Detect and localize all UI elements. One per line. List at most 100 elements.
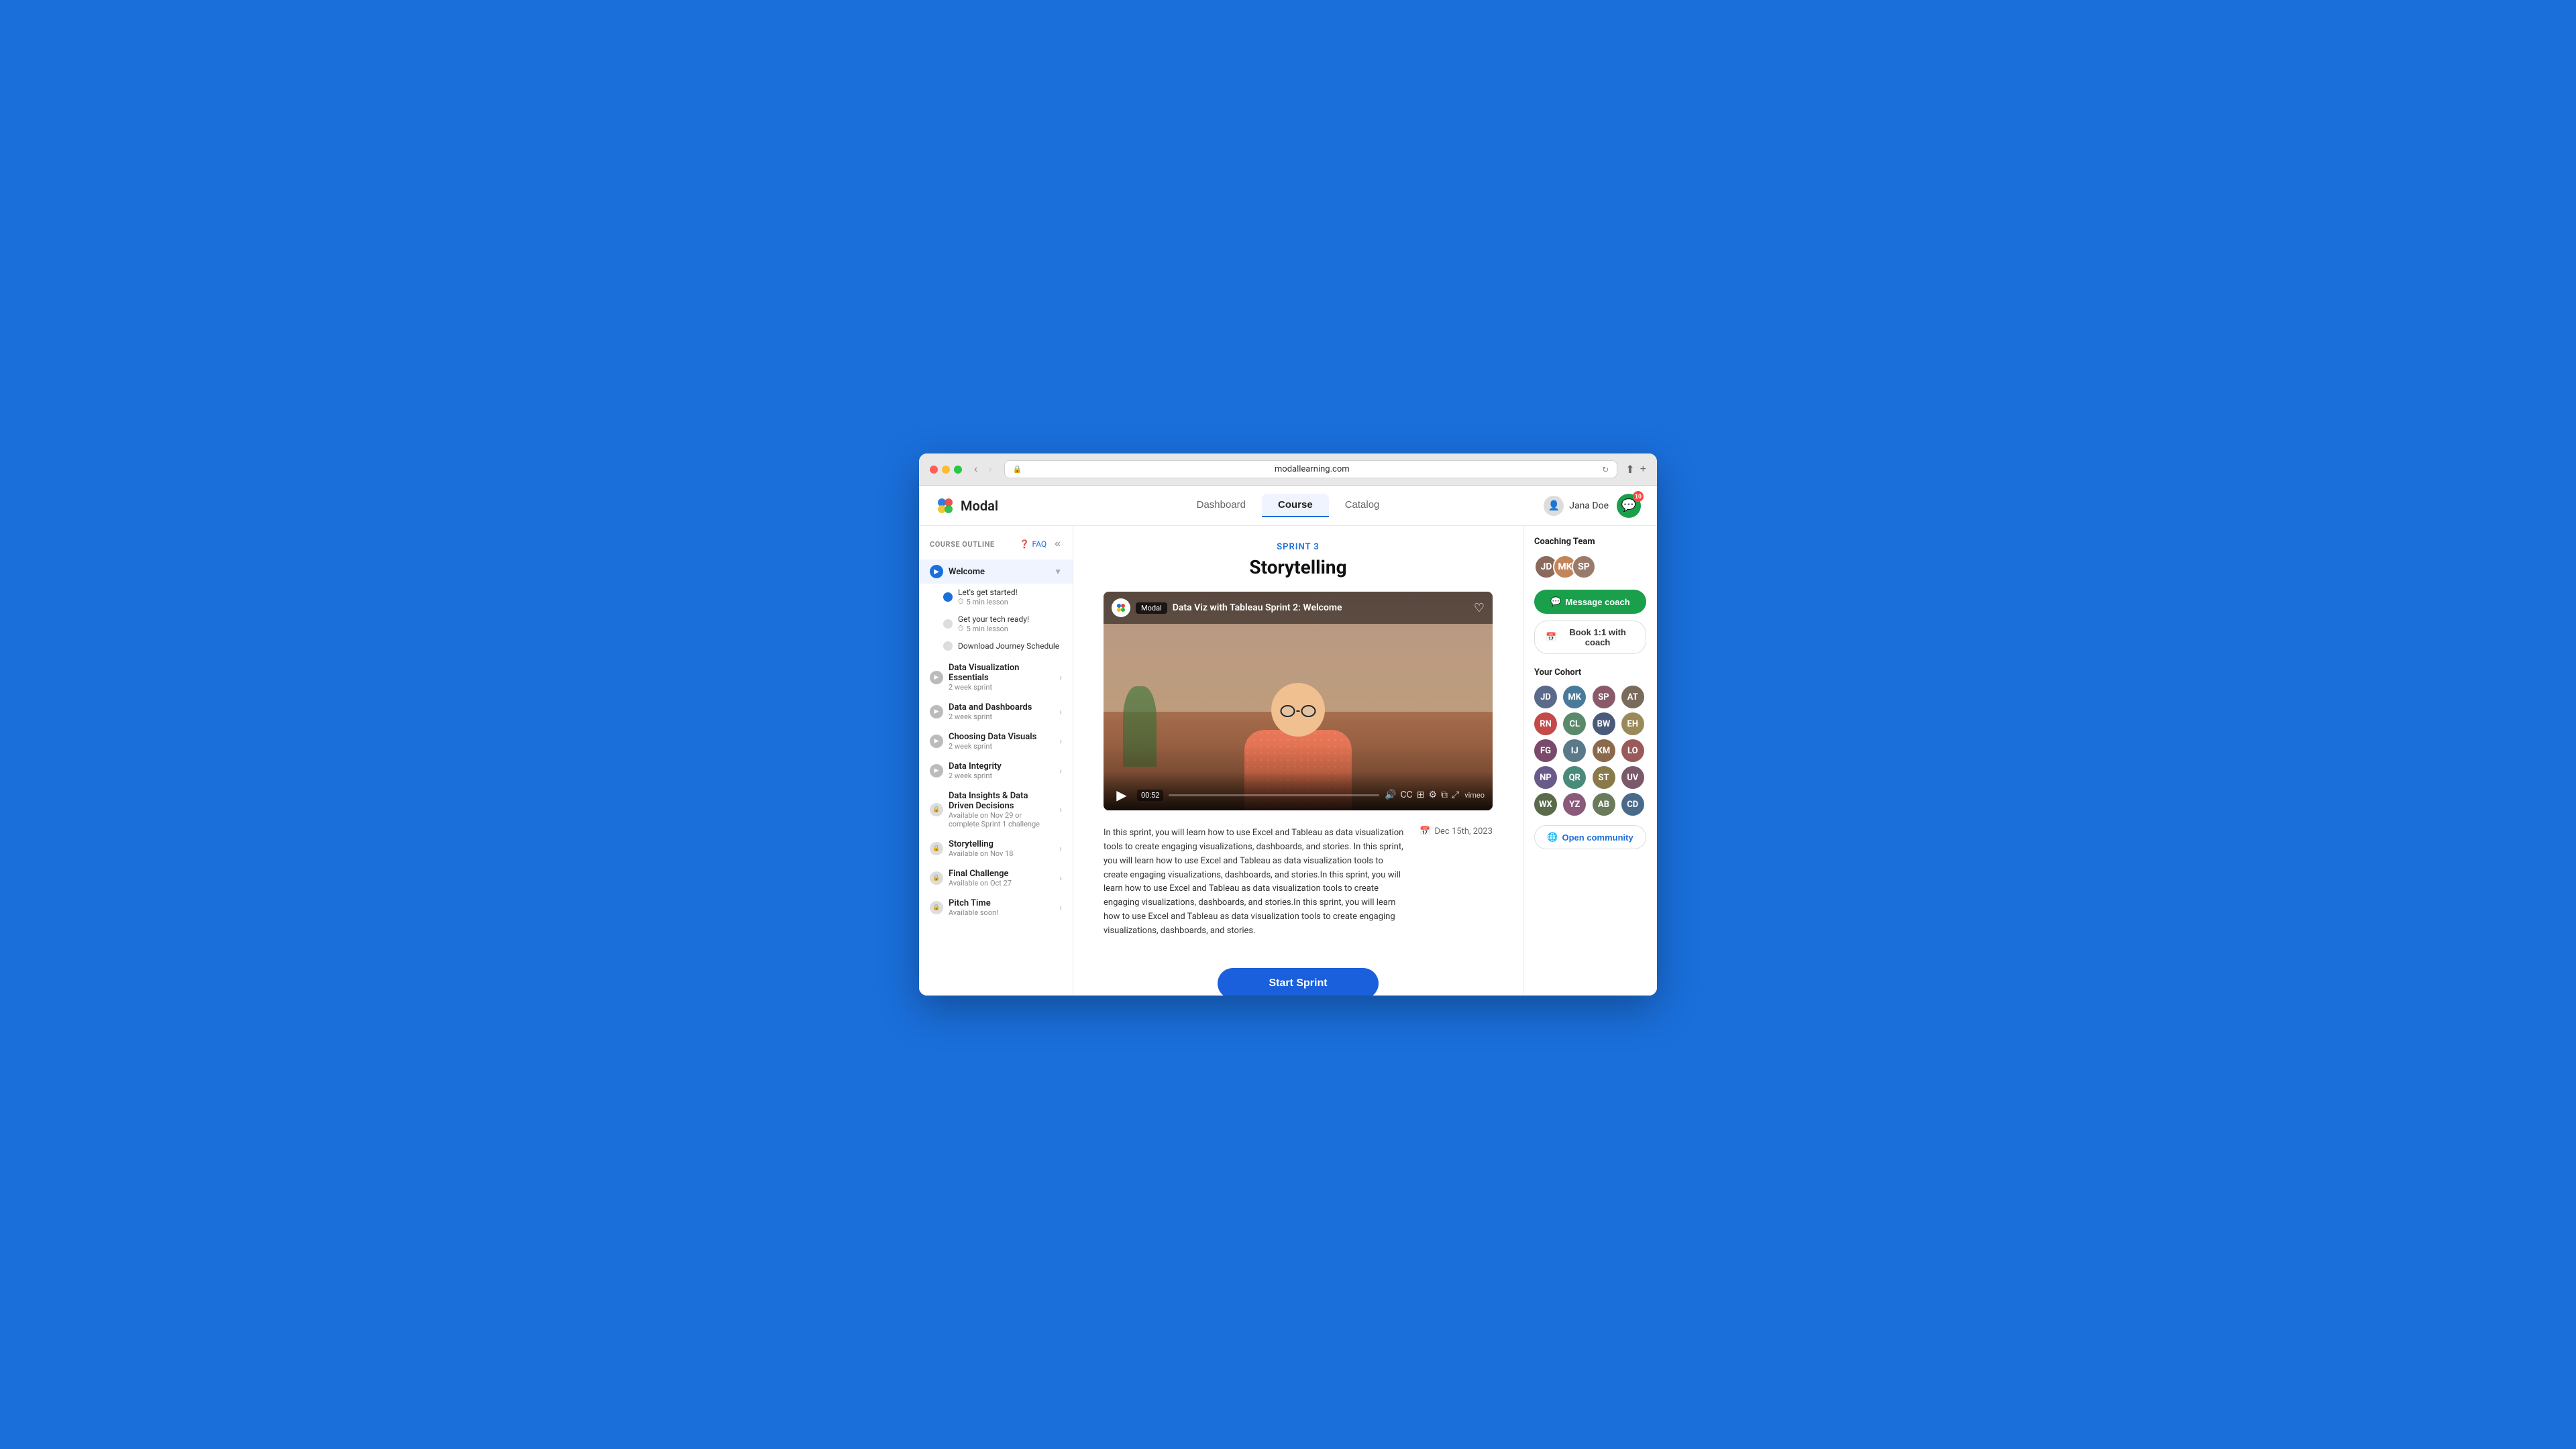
sidebar-item-6[interactable]: 🔒 Final Challenge Available on Oct 27 › [919,863,1073,893]
content-area: SPRINT 3 Storytelling [1073,526,1523,996]
nav-course[interactable]: Course [1262,494,1329,517]
new-tab-button[interactable]: + [1640,463,1646,476]
sub-item-dot-1 [943,619,953,629]
progress-bar[interactable] [1169,794,1379,796]
message-coach-button[interactable]: 💬 Message coach [1534,590,1646,614]
collapse-button[interactable]: « [1053,537,1062,551]
cohort-avatar-10[interactable]: KM [1593,739,1615,762]
grid-icon[interactable]: ⊞ [1417,790,1425,800]
sub-item-dot-2 [943,641,953,651]
sidebar-item-2[interactable]: ▶ Choosing Data Visuals 2 week sprint › [919,727,1073,756]
maximize-button[interactable] [954,466,962,474]
url-text: modallearning.com [1026,464,1598,474]
nav-catalog[interactable]: Catalog [1329,494,1396,517]
item-text-7: Pitch Time Available soon! [949,898,1054,917]
cohort-avatar-16[interactable]: WX [1534,793,1557,816]
sub-item-content-2: Download Journey Schedule [958,641,1059,651]
sub-item-2[interactable]: Download Journey Schedule [938,637,1073,655]
minimize-button[interactable] [942,466,950,474]
description-area: In this sprint, you will learn how to us… [1104,826,1493,946]
sidebar-item-4[interactable]: 🔒 Data Insights & Data Driven Decisions … [919,786,1073,834]
cohort-avatar-9[interactable]: IJ [1563,739,1586,762]
cohort-avatar-11[interactable]: LO [1621,739,1644,762]
coaching-team-title: Coaching Team [1534,537,1646,547]
nav-arrows: ‹ › [970,462,996,477]
close-button[interactable] [930,466,938,474]
subtitles-icon[interactable]: CC [1401,790,1413,800]
clock-icon-0: ⏱ [958,597,964,606]
item-chevron-4: › [1059,805,1062,814]
share-button[interactable]: ⬆ [1625,463,1634,476]
faq-link[interactable]: ❓ FAQ [1019,539,1046,549]
start-sprint-button[interactable]: Start Sprint [1218,968,1379,996]
cohort-avatar-12[interactable]: NP [1534,766,1557,789]
video-heart-button[interactable]: ♡ [1474,601,1485,615]
back-button[interactable]: ‹ [970,462,981,477]
cohort-avatar-3[interactable]: AT [1621,686,1644,708]
sidebar-item-7[interactable]: 🔒 Pitch Time Available soon! › [919,893,1073,922]
cohort-avatar-15[interactable]: UV [1621,766,1644,789]
user-profile[interactable]: 👤 Jana Doe [1544,496,1609,516]
user-avatar: 👤 [1544,496,1564,516]
item-chevron-6: › [1059,873,1062,883]
open-community-button[interactable]: 🌐 Open community [1534,825,1646,849]
item-icon-1: ▶ [930,705,943,718]
clock-icon-1: ⏱ [958,624,964,633]
messages-button[interactable]: 💬 10 [1617,494,1641,518]
item-text-0: Data Visualization Essentials 2 week spr… [949,663,1054,692]
browser-window: ‹ › 🔒 modallearning.com ↻ ⬆ + Modal [919,453,1657,996]
cohort-avatar-13[interactable]: QR [1563,766,1586,789]
cohort-avatar-4[interactable]: RN [1534,712,1557,735]
sidebar-item-1[interactable]: ▶ Data and Dashboards 2 week sprint › [919,697,1073,727]
cohort-avatar-14[interactable]: ST [1593,766,1615,789]
left-lens [1281,705,1295,717]
item-chevron-7: › [1059,903,1062,912]
refresh-icon[interactable]: ↻ [1602,465,1609,474]
sub-item-content-0: Let's get started! ⏱ 5 min lesson [958,588,1018,606]
item-title-0: Data Visualization Essentials [949,663,1054,683]
coach-avatar-2[interactable]: SP [1572,555,1596,579]
traffic-lights [930,466,962,474]
settings-icon[interactable]: ⚙ [1428,790,1437,800]
cohort-avatar-0[interactable]: JD [1534,686,1557,708]
course-items: ▶ Data Visualization Essentials 2 week s… [919,657,1073,922]
video-title-overlay: Data Viz with Tableau Sprint 2: Welcome [1173,602,1474,613]
address-bar[interactable]: 🔒 modallearning.com ↻ [1004,460,1618,478]
calendar-icon: 📅 [1419,826,1430,837]
description-text: In this sprint, you will learn how to us… [1104,826,1409,938]
book-coach-button[interactable]: 📅 Book 1:1 with coach [1534,621,1646,654]
cohort-avatar-2[interactable]: SP [1593,686,1615,708]
cohort-avatar-18[interactable]: AB [1593,793,1615,816]
sidebar-item-5[interactable]: 🔒 Storytelling Available on Nov 18 › [919,834,1073,863]
time-display: 00:52 [1137,790,1163,801]
item-text-4: Data Insights & Data Driven Decisions Av… [949,791,1054,828]
cohort-avatar-5[interactable]: CL [1563,712,1586,735]
cohort-avatar-19[interactable]: CD [1621,793,1644,816]
sub-item-title-1: Get your tech ready! [958,614,1029,624]
volume-icon[interactable]: 🔊 [1385,790,1396,800]
picture-in-picture-icon[interactable]: ⧉ [1441,790,1448,800]
sidebar-item-0[interactable]: ▶ Data Visualization Essentials 2 week s… [919,657,1073,697]
item-subtitle-7: Available soon! [949,908,1054,917]
sidebar-header: COURSE OUTLINE ❓ FAQ « [919,537,1073,559]
message-badge-count: 10 [1633,491,1644,502]
sprint-label: SPRINT 3 [1095,542,1501,552]
play-button[interactable]: ▶ [1112,785,1132,805]
sidebar: COURSE OUTLINE ❓ FAQ « ▶ [919,526,1073,996]
cohort-avatar-1[interactable]: MK [1563,686,1586,708]
sub-item-0[interactable]: Let's get started! ⏱ 5 min lesson [938,584,1073,610]
cohort-avatar-17[interactable]: YZ [1563,793,1586,816]
forward-button[interactable]: › [984,462,996,477]
cohort-avatar-7[interactable]: EH [1621,712,1644,735]
fullscreen-icon[interactable]: ⤢ [1452,790,1459,800]
nav-dashboard[interactable]: Dashboard [1181,494,1262,517]
cohort-avatar-6[interactable]: BW [1593,712,1615,735]
item-title-7: Pitch Time [949,898,1054,908]
sidebar-item-welcome[interactable]: ▶ Welcome ▼ [919,559,1073,584]
sidebar-header-right: ❓ FAQ « [1019,537,1062,551]
item-icon-4: 🔒 [930,803,943,816]
user-name: Jana Doe [1569,500,1609,511]
sub-item-1[interactable]: Get your tech ready! ⏱ 5 min lesson [938,610,1073,637]
cohort-avatar-8[interactable]: FG [1534,739,1557,762]
sidebar-item-3[interactable]: ▶ Data Integrity 2 week sprint › [919,756,1073,786]
